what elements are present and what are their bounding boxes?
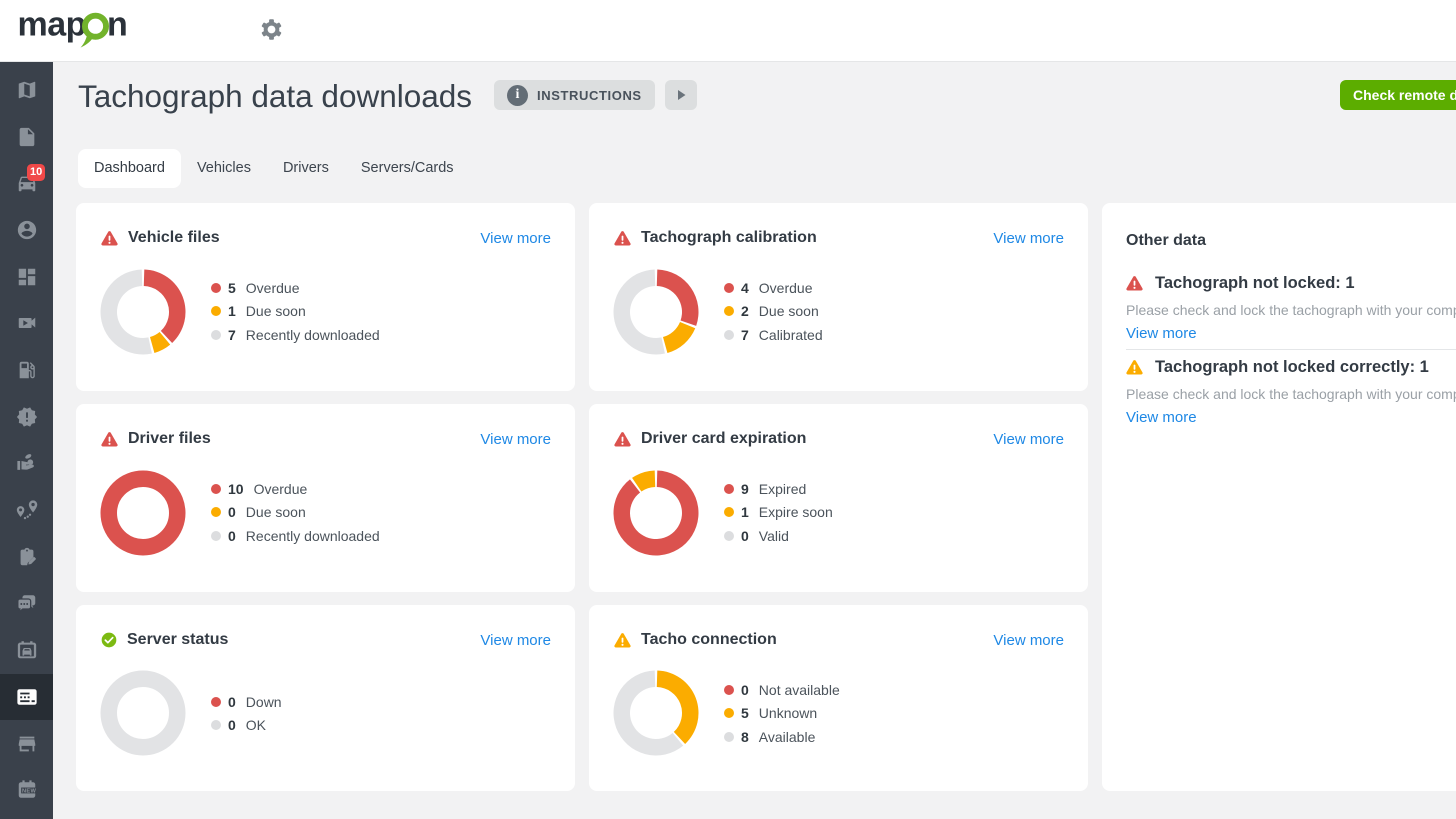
svg-text:n: n [107, 6, 127, 44]
svg-text:map: map [18, 6, 86, 44]
svg-text:NEW: NEW [22, 789, 36, 795]
